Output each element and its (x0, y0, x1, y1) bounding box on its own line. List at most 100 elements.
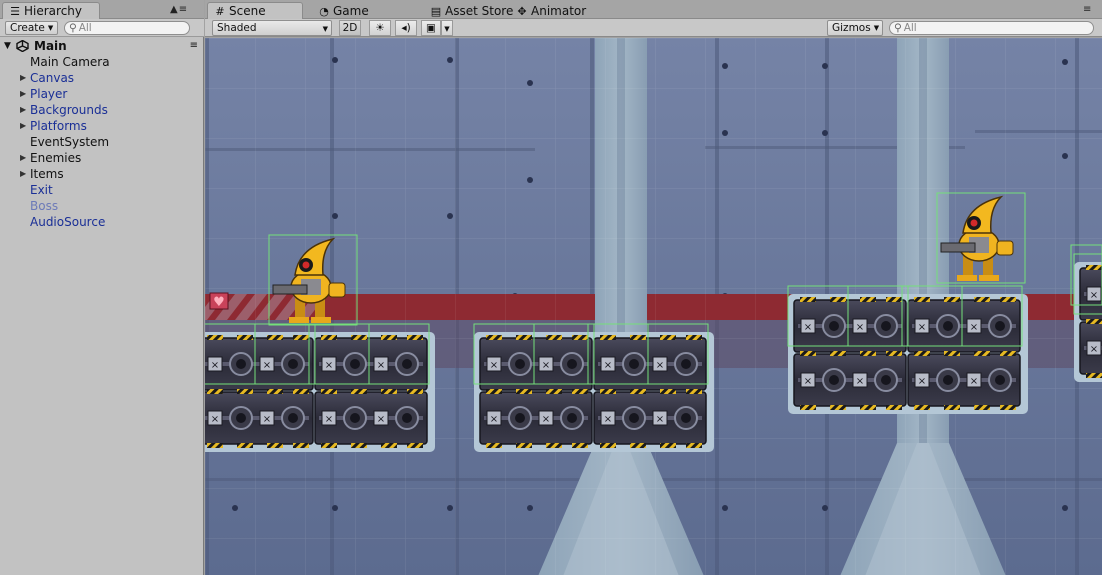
scene-canvas[interactable]: ××××××××××××××××××××××××××××♥ (205, 38, 1102, 575)
hazard-strip (974, 405, 990, 410)
dropdown-arrow-icon: ▼ (322, 25, 328, 33)
speaker-icon: ◂) (401, 22, 411, 34)
hierarchy-item-backgrounds[interactable]: ▶ Backgrounds (0, 102, 204, 118)
scene-root-row[interactable]: ▼ Main ≡ (0, 38, 204, 54)
hazard-strip (886, 297, 902, 302)
hazard-strip (351, 335, 367, 340)
hierarchy-item-platforms[interactable]: ▶ Platforms (0, 118, 204, 134)
hazard-strip (886, 351, 902, 356)
hazard-strip (660, 443, 676, 448)
bolt-x-icon: × (1090, 344, 1098, 355)
hierarchy-item-label: Platforms (30, 119, 87, 133)
hazard-strip (293, 389, 309, 394)
vent-core (943, 321, 953, 331)
hierarchy-item-label: Player (30, 87, 68, 101)
tab-asset-store[interactable]: ▤ Asset Store (423, 2, 514, 19)
create-dropdown[interactable]: Create ▼ (5, 21, 59, 35)
draw-mode-dropdown[interactable]: Shaded ▼ (212, 20, 332, 36)
scene-viewport[interactable]: ××××××××××××××××××××××××××××♥ (205, 38, 1102, 575)
hierarchy-item-main-camera[interactable]: Main Camera (0, 54, 204, 70)
tab-label: Asset Store (445, 4, 514, 18)
hazard-strip (486, 443, 502, 448)
hazard-strip (600, 443, 616, 448)
hazard-strip (630, 389, 646, 394)
hierarchy-item-exit[interactable]: Exit (0, 182, 204, 198)
bolt-x-icon: × (325, 414, 333, 425)
scene-audio-toggle[interactable]: ◂) (395, 20, 417, 36)
hazard-strip (237, 443, 253, 448)
effects-dropdown[interactable]: ▼ (441, 20, 453, 36)
grid-icon: # (215, 5, 225, 18)
bolt-x-icon: × (490, 414, 498, 425)
expand-arrow-icon[interactable]: ▶ (20, 86, 26, 102)
hierarchy-search-input[interactable]: ⚲ All (64, 21, 190, 35)
robot-arm (996, 240, 1014, 256)
bolt-x-icon: × (970, 322, 978, 333)
hazard-strip (686, 335, 702, 340)
scene-menu-icon[interactable]: ≡ (190, 38, 198, 54)
search-icon: ⚲ (894, 22, 902, 34)
scene-search-input[interactable]: ⚲ All (889, 21, 1094, 35)
hierarchy-item-enemies[interactable]: ▶ Enemies (0, 150, 204, 166)
scene-name: Main (34, 39, 67, 53)
unity-scene-icon (16, 40, 29, 52)
hazard-strip (914, 351, 930, 356)
robot-eye (970, 219, 978, 227)
scene-panel-menu-icon[interactable]: ≡ (1083, 4, 1092, 15)
hierarchy-item-label: Backgrounds (30, 103, 108, 117)
hazard-strip (1000, 405, 1016, 410)
hazard-strip (207, 335, 223, 340)
bolt-x-icon: × (856, 376, 864, 387)
hazard-strip (830, 405, 846, 410)
list-icon: ☰ (10, 5, 20, 18)
platform: × × × × × × × × (787, 285, 1028, 414)
tab-label: Animator (531, 4, 587, 18)
vent-core (236, 413, 246, 423)
hierarchy-item-boss[interactable]: Boss (0, 198, 204, 214)
hazard-strip (600, 335, 616, 340)
expand-arrow-icon[interactable]: ▶ (20, 150, 26, 166)
hierarchy-panel: ☰ Hierarchy ▲≡ Create ▼ ⚲ All ▼ Main ≡ Ma (0, 0, 204, 575)
hierarchy-item-label: Exit (30, 183, 53, 197)
hazard-strip (1000, 351, 1016, 356)
tab-game[interactable]: ◔ Game (311, 2, 411, 19)
expand-down-icon[interactable]: ▼ (4, 38, 11, 54)
tab-animator[interactable]: ✥ Animator (509, 2, 601, 19)
hierarchy-item-canvas[interactable]: ▶ Canvas (0, 70, 204, 86)
expand-arrow-icon[interactable]: ▶ (20, 166, 26, 182)
gizmos-dropdown[interactable]: Gizmos ▼ (827, 20, 883, 36)
bolt-x-icon: × (542, 414, 550, 425)
expand-arrow-icon[interactable]: ▶ (20, 70, 26, 86)
sun-icon: ☀ (375, 22, 385, 34)
platform: × × × × × × × × (473, 323, 714, 452)
expand-arrow-icon[interactable]: ▶ (20, 118, 26, 134)
hierarchy-item-audiosource[interactable]: AudioSource (0, 214, 204, 230)
hazard-strip (321, 443, 337, 448)
bolt-x-icon: × (656, 414, 664, 425)
scene-panel: # Scene ◔ Game ▤ Asset Store ✥ Animator ≡ Shade… (205, 0, 1102, 575)
hierarchy-item-label: EventSystem (30, 135, 110, 149)
mode-2d-toggle[interactable]: 2D (339, 20, 361, 36)
scene-graphics: ××××××××××××××××××××××××××××♥ (205, 38, 1102, 575)
hierarchy-item-eventsystem[interactable]: EventSystem (0, 134, 204, 150)
scene-lighting-toggle[interactable]: ☀ (369, 20, 391, 36)
hazard-strip (830, 297, 846, 302)
dropdown-arrow-icon: ▼ (47, 24, 54, 32)
hazard-strip (944, 405, 960, 410)
hierarchy-toolbar: Create ▼ ⚲ All (0, 19, 204, 37)
hierarchy-item-items[interactable]: ▶ Items (0, 166, 204, 182)
scene-effects-toggle[interactable]: ▣ (421, 20, 441, 36)
panel-lock-menu[interactable]: ▲≡ (170, 4, 188, 15)
hierarchy-item-player[interactable]: ▶ Player (0, 86, 204, 102)
expand-arrow-icon[interactable]: ▶ (20, 102, 26, 118)
vent-core (681, 359, 691, 369)
vent-core (288, 413, 298, 423)
tab-scene[interactable]: # Scene (207, 2, 303, 19)
tab-hierarchy[interactable]: ☰ Hierarchy (2, 2, 100, 19)
hierarchy-item-label: Canvas (30, 71, 75, 85)
hazard-strip (546, 335, 562, 340)
dropdown-arrow-icon: ▼ (444, 25, 450, 33)
hazard-strip (830, 351, 846, 356)
hazard-strip (944, 297, 960, 302)
bolt-x-icon: × (263, 414, 271, 425)
